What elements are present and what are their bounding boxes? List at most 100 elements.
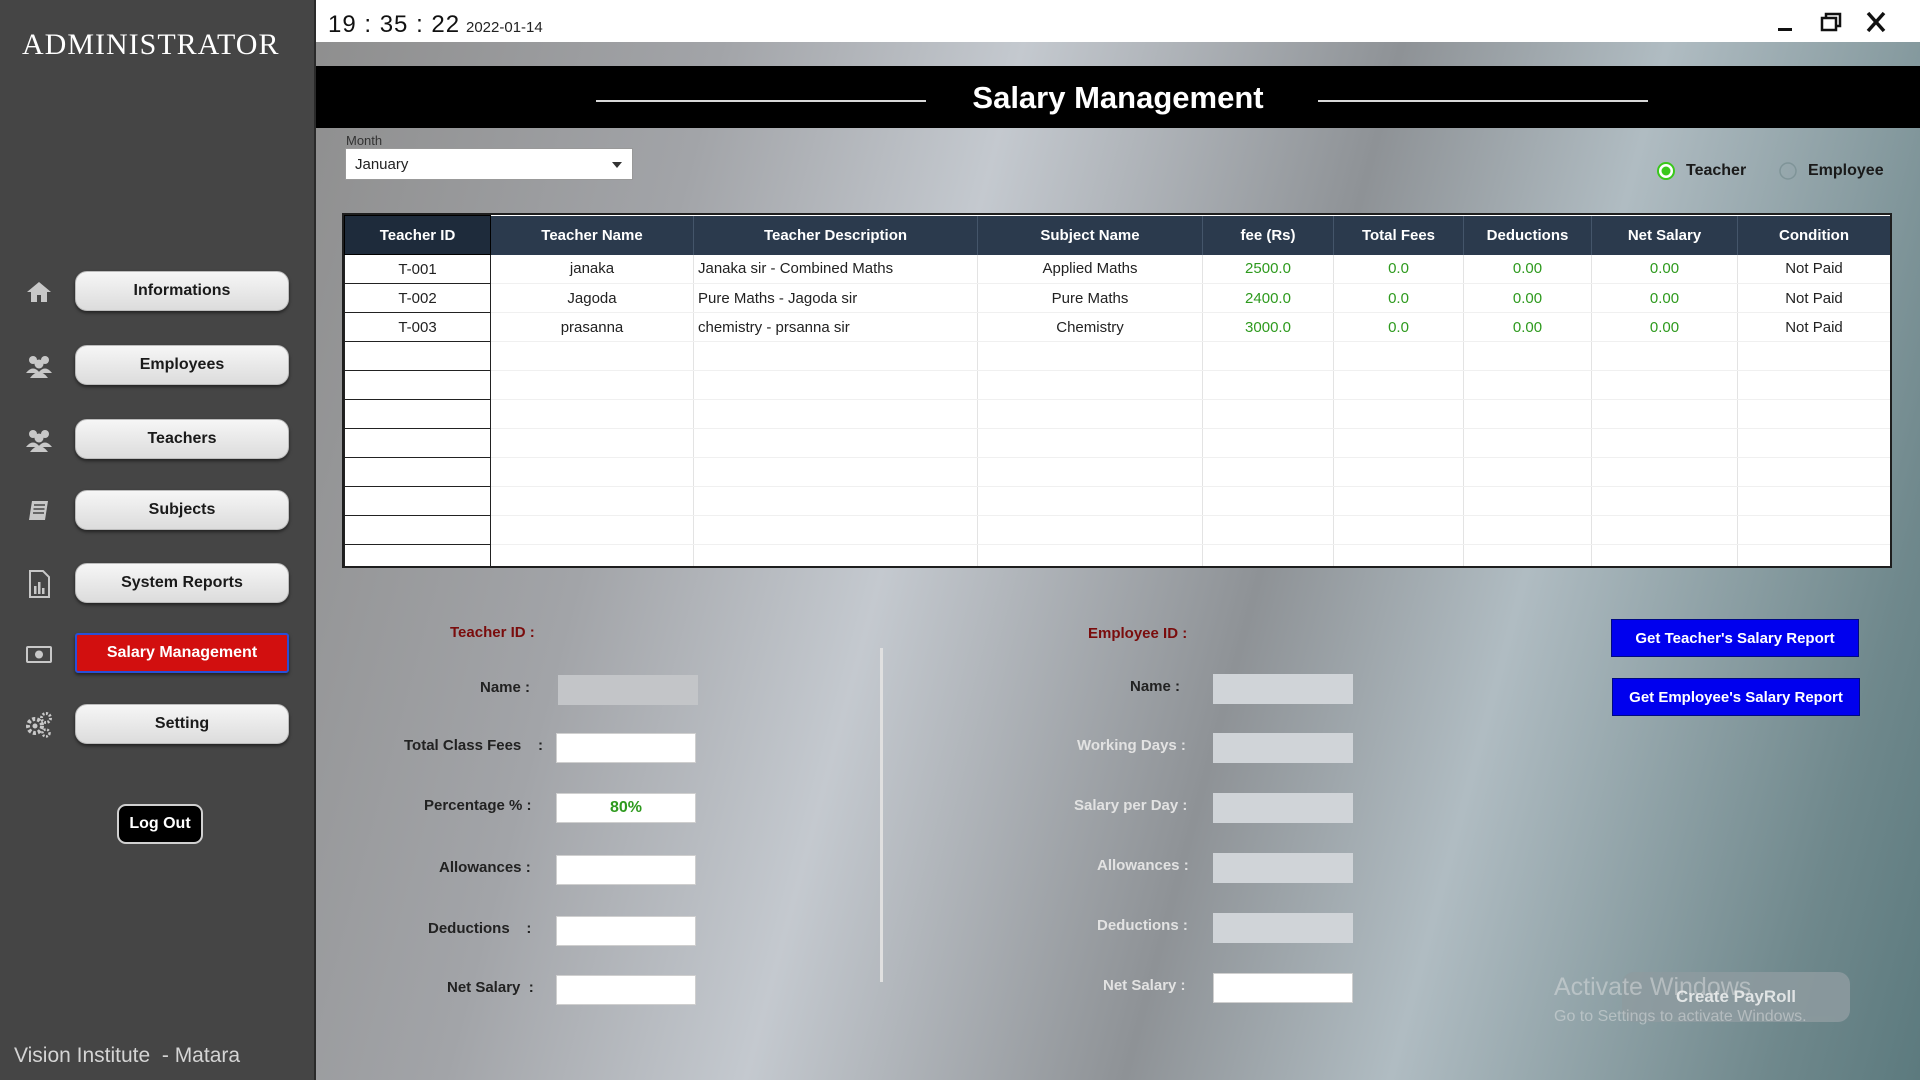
nav-teachers-button[interactable]: Teachers [75,419,289,459]
empty-cell [1202,457,1334,487]
close-icon[interactable] [1861,8,1891,36]
empty-cell [1463,341,1592,371]
empty-cell [344,370,491,400]
chevron-down-icon [612,162,622,168]
table-cell: Pure Maths - Jagoda sir [693,283,978,313]
empty-cell [1737,399,1890,429]
clock: 19 : 35 : 22 [328,11,461,38]
minimize-icon[interactable] [1770,8,1800,36]
empty-cell [490,341,694,371]
total-class-fees-field[interactable] [556,733,696,763]
empty-cell [1737,341,1890,371]
teacher-name-field[interactable] [558,675,698,705]
column-header[interactable]: Teacher Name [490,215,694,255]
footer-institute-name: Vision Institute - Matara [14,1044,241,1067]
nav-subjects-button[interactable]: Subjects [75,490,289,530]
empty-cell [1202,544,1334,566]
page-title: Salary Management [972,80,1264,115]
radio-selected-icon [1657,162,1675,180]
empty-cell [1737,370,1890,400]
empty-cell [693,428,978,458]
empty-cell [977,399,1203,429]
empty-cell [1591,399,1738,429]
empty-cell [1463,428,1592,458]
employee-name-field[interactable] [1213,674,1353,704]
empty-table-row [344,428,1890,458]
nav-informations-button[interactable]: Informations [75,271,289,311]
table-cell: 0.00 [1463,254,1592,284]
column-header[interactable]: Deductions [1463,215,1592,255]
teacher-allowances-field[interactable] [556,855,696,885]
table-cell: T-002 [344,283,491,313]
employee-net-salary-label: Net Salary : [1103,977,1186,994]
restore-icon[interactable] [1815,8,1845,36]
nav-row-teachers: Teachers [0,419,316,461]
empty-cell [490,370,694,400]
empty-cell [1333,544,1464,566]
table-cell: 0.0 [1333,283,1464,313]
table-cell: 3000.0 [1202,312,1334,342]
column-header[interactable]: Condition [1737,215,1890,255]
empty-cell [490,544,694,566]
table-cell: T-001 [344,254,491,284]
empty-cell [490,399,694,429]
table-row[interactable]: T-001 janaka Janaka sir - Combined Maths… [344,254,1890,284]
empty-cell [490,486,694,516]
month-value: January [355,156,409,173]
employee-allowances-field[interactable] [1213,853,1353,883]
nav-system-reports-button[interactable]: System Reports [75,563,289,603]
empty-cell [977,370,1203,400]
empty-table-row [344,341,1890,371]
employee-allowances-label: Allowances : [1097,857,1189,874]
table-cell: 0.00 [1591,254,1738,284]
activate-windows-hint: Go to Settings to activate Windows. [1554,1008,1807,1025]
salary-per-day-field[interactable] [1213,793,1353,823]
get-teacher-salary-report-button[interactable]: Get Teacher's Salary Report [1611,619,1859,657]
empty-cell [490,457,694,487]
column-header[interactable]: Teacher Description [693,215,978,255]
nav-row-subjects: Subjects [0,490,316,532]
column-header[interactable]: Teacher ID [344,215,491,255]
total-class-fees-label: Total Class Fees : [404,737,543,754]
month-select[interactable]: January [345,148,633,180]
column-header[interactable]: fee (Rs) [1202,215,1334,255]
teacher-net-salary-field[interactable] [556,975,696,1005]
employee-deductions-field[interactable] [1213,913,1353,943]
empty-table-row [344,544,1890,566]
empty-cell [1737,428,1890,458]
empty-cell [1591,341,1738,371]
employee-net-salary-field[interactable] [1213,973,1353,1003]
teacher-deductions-field[interactable] [556,916,696,946]
empty-cell [1202,428,1334,458]
table-header-row: Teacher ID Teacher Name Teacher Descript… [344,215,1890,255]
logout-button[interactable]: Log Out [117,804,203,844]
get-employee-salary-report-button[interactable]: Get Employee's Salary Report [1612,678,1860,716]
teacher-radio[interactable]: Teacher [1656,160,1746,182]
empty-cell [1591,428,1738,458]
table-cell: 0.00 [1591,283,1738,313]
nav-salary-management-button[interactable]: Salary Management [75,633,289,673]
working-days-field[interactable] [1213,733,1353,763]
employee-radio[interactable]: Employee [1778,160,1884,182]
column-header[interactable]: Net Salary [1591,215,1738,255]
empty-cell [693,341,978,371]
empty-cell [490,515,694,545]
empty-cell [1333,399,1464,429]
empty-cell [1333,457,1464,487]
teacher-id-label: Teacher ID : [450,624,535,641]
empty-cell [344,515,491,545]
percentage-field[interactable]: 80% [556,793,696,823]
empty-cell [693,457,978,487]
empty-cell [1333,341,1464,371]
main-panel: 19 : 35 : 22 2022-01-14 Salary Managemen… [316,0,1920,1080]
column-header[interactable]: Total Fees [1333,215,1464,255]
table-row[interactable]: T-003 prasanna chemistry - prsanna sir C… [344,312,1890,342]
table-row[interactable]: T-002 Jagoda Pure Maths - Jagoda sir Pur… [344,283,1890,313]
empty-cell [1737,515,1890,545]
nav-setting-button[interactable]: Setting [75,704,289,744]
header-line-right [1318,100,1648,102]
nav-employees-button[interactable]: Employees [75,345,289,385]
group-icon [26,356,52,378]
column-header[interactable]: Subject Name [977,215,1203,255]
empty-cell [1463,399,1592,429]
